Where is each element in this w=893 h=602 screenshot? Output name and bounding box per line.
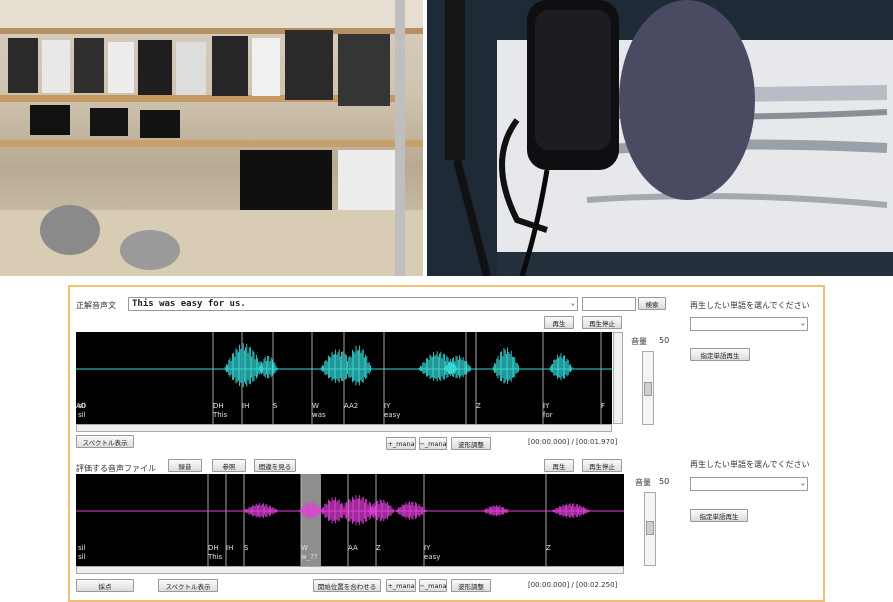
evaluate-audio-label: 評価する音声ファイル <box>76 464 156 473</box>
phoneme-label: Z <box>476 402 481 410</box>
word-label: This <box>213 411 228 419</box>
reference-audio-label: 正解音声文 <box>76 301 116 310</box>
word-label: sil <box>78 553 86 561</box>
volume-thumb-1[interactable] <box>644 382 652 396</box>
evaluate-button[interactable]: 採点 <box>76 579 134 592</box>
spectrum-button-1[interactable]: スペクトル表示 <box>76 435 134 448</box>
waveform1-vertical-scrollbar[interactable] <box>613 332 623 424</box>
record-button[interactable]: 録音 <box>168 459 202 472</box>
zoom-in-button-2[interactable]: +_mana <box>386 579 416 592</box>
microphone-photo <box>427 0 893 276</box>
view-errors-button[interactable]: 間違を見る <box>254 459 296 472</box>
phoneme-label: AA2 <box>344 402 359 410</box>
zoom-in-button-1[interactable]: +_mana <box>386 437 416 450</box>
pronunciation-app-window: 正解音声文 This was easy for us. ⌄ 検索 再生 再生停止… <box>68 285 825 602</box>
waveform-signal <box>243 495 592 526</box>
phoneme-label: Z <box>546 544 551 552</box>
align-start-button[interactable]: 開始位置を合わせる <box>313 579 381 592</box>
word-label: This <box>208 553 223 561</box>
time-display-2: [00:00.000] / [00:02.250] <box>528 581 618 589</box>
word-label: easy <box>424 553 441 561</box>
phoneme-label: W <box>301 544 308 552</box>
phoneme-label: IH <box>226 544 234 552</box>
phoneme-label: DH <box>213 402 224 410</box>
play-button-1[interactable]: 再生 <box>544 316 574 329</box>
computer-lab-photo <box>0 0 423 276</box>
volume-value-2: 50 <box>659 477 670 486</box>
phoneme-label: IY <box>543 402 550 410</box>
chevron-down-icon: ⌄ <box>800 479 805 487</box>
sentence-select[interactable]: This was easy for us. ⌄ <box>128 297 578 311</box>
phoneme-label: IY <box>424 544 431 552</box>
phoneme-label: AO <box>76 402 87 410</box>
phoneme-label: W <box>312 402 319 410</box>
stop-button-2[interactable]: 再生停止 <box>582 459 622 472</box>
volume-thumb-2[interactable] <box>646 521 654 535</box>
phoneme-label: F <box>601 402 606 410</box>
chevron-down-icon: ⌄ <box>570 299 575 307</box>
reference-waveform[interactable]: sil DH IH S W AA2 IY Z IY F AO sil This was easy for <box>76 332 612 424</box>
phoneme-label: Z <box>376 544 381 552</box>
phoneme-label: sil <box>78 544 86 552</box>
volume-slider-1[interactable] <box>642 351 654 425</box>
waveform-signal <box>224 343 573 388</box>
word-select-1[interactable]: ⌄ <box>690 317 808 331</box>
phoneme-label: IH <box>242 402 250 410</box>
word-label: was <box>312 411 326 419</box>
spectrum-button-2[interactable]: スペクトル表示 <box>158 579 218 592</box>
phoneme-label: S <box>273 402 278 410</box>
word-label: for <box>543 411 553 419</box>
time-display-1: [00:00.000] / [00:01.970] <box>528 438 618 446</box>
phoneme-label: S <box>244 544 249 552</box>
reference-waveform-graphic <box>76 332 612 424</box>
volume-slider-2[interactable] <box>644 492 656 566</box>
play-button-2[interactable]: 再生 <box>544 459 574 472</box>
search-button[interactable]: 検索 <box>638 297 666 310</box>
computer-lab-illustration <box>0 0 423 276</box>
wave-adjust-button-2[interactable]: 波形調整 <box>451 579 491 592</box>
wave-adjust-button-1[interactable]: 波形調整 <box>451 437 491 450</box>
play-word-button-1[interactable]: 指定単語再生 <box>690 348 750 361</box>
volume-label-1: 音量 <box>631 337 647 346</box>
volume-value-1: 50 <box>659 336 670 345</box>
search-input[interactable] <box>582 297 636 311</box>
phoneme-label: AA <box>348 544 358 552</box>
browse-button[interactable]: 参照 <box>212 459 246 472</box>
word-select-prompt-1: 再生したい単語を選んでください <box>690 301 810 310</box>
word-select-2[interactable]: ⌄ <box>690 477 808 491</box>
waveform1-horizontal-scrollbar[interactable] <box>76 424 612 432</box>
zoom-out-button-2[interactable]: −_mana <box>419 579 447 592</box>
waveform2-horizontal-scrollbar[interactable] <box>76 566 624 574</box>
word-label: w_?? <box>301 553 318 561</box>
play-word-button-2[interactable]: 指定単語再生 <box>690 509 748 522</box>
zoom-out-button-1[interactable]: −_mana <box>419 437 447 450</box>
evaluated-waveform-graphic <box>76 474 624 566</box>
chevron-down-icon: ⌄ <box>800 319 805 327</box>
volume-label-2: 音量 <box>635 478 651 487</box>
word-select-prompt-2: 再生したい単語を選んでください <box>690 460 810 469</box>
stop-button-1[interactable]: 再生停止 <box>582 316 622 329</box>
word-label: easy <box>384 411 401 419</box>
sentence-text: This was easy for us. <box>132 299 246 309</box>
phoneme-label: DH <box>208 544 219 552</box>
evaluated-waveform[interactable]: sil DH IH S W AA Z IY Zsil This w_?? easy <box>76 474 624 566</box>
microphone-illustration <box>445 0 893 276</box>
phoneme-label: IY <box>384 402 391 410</box>
word-label: sil <box>78 411 86 419</box>
